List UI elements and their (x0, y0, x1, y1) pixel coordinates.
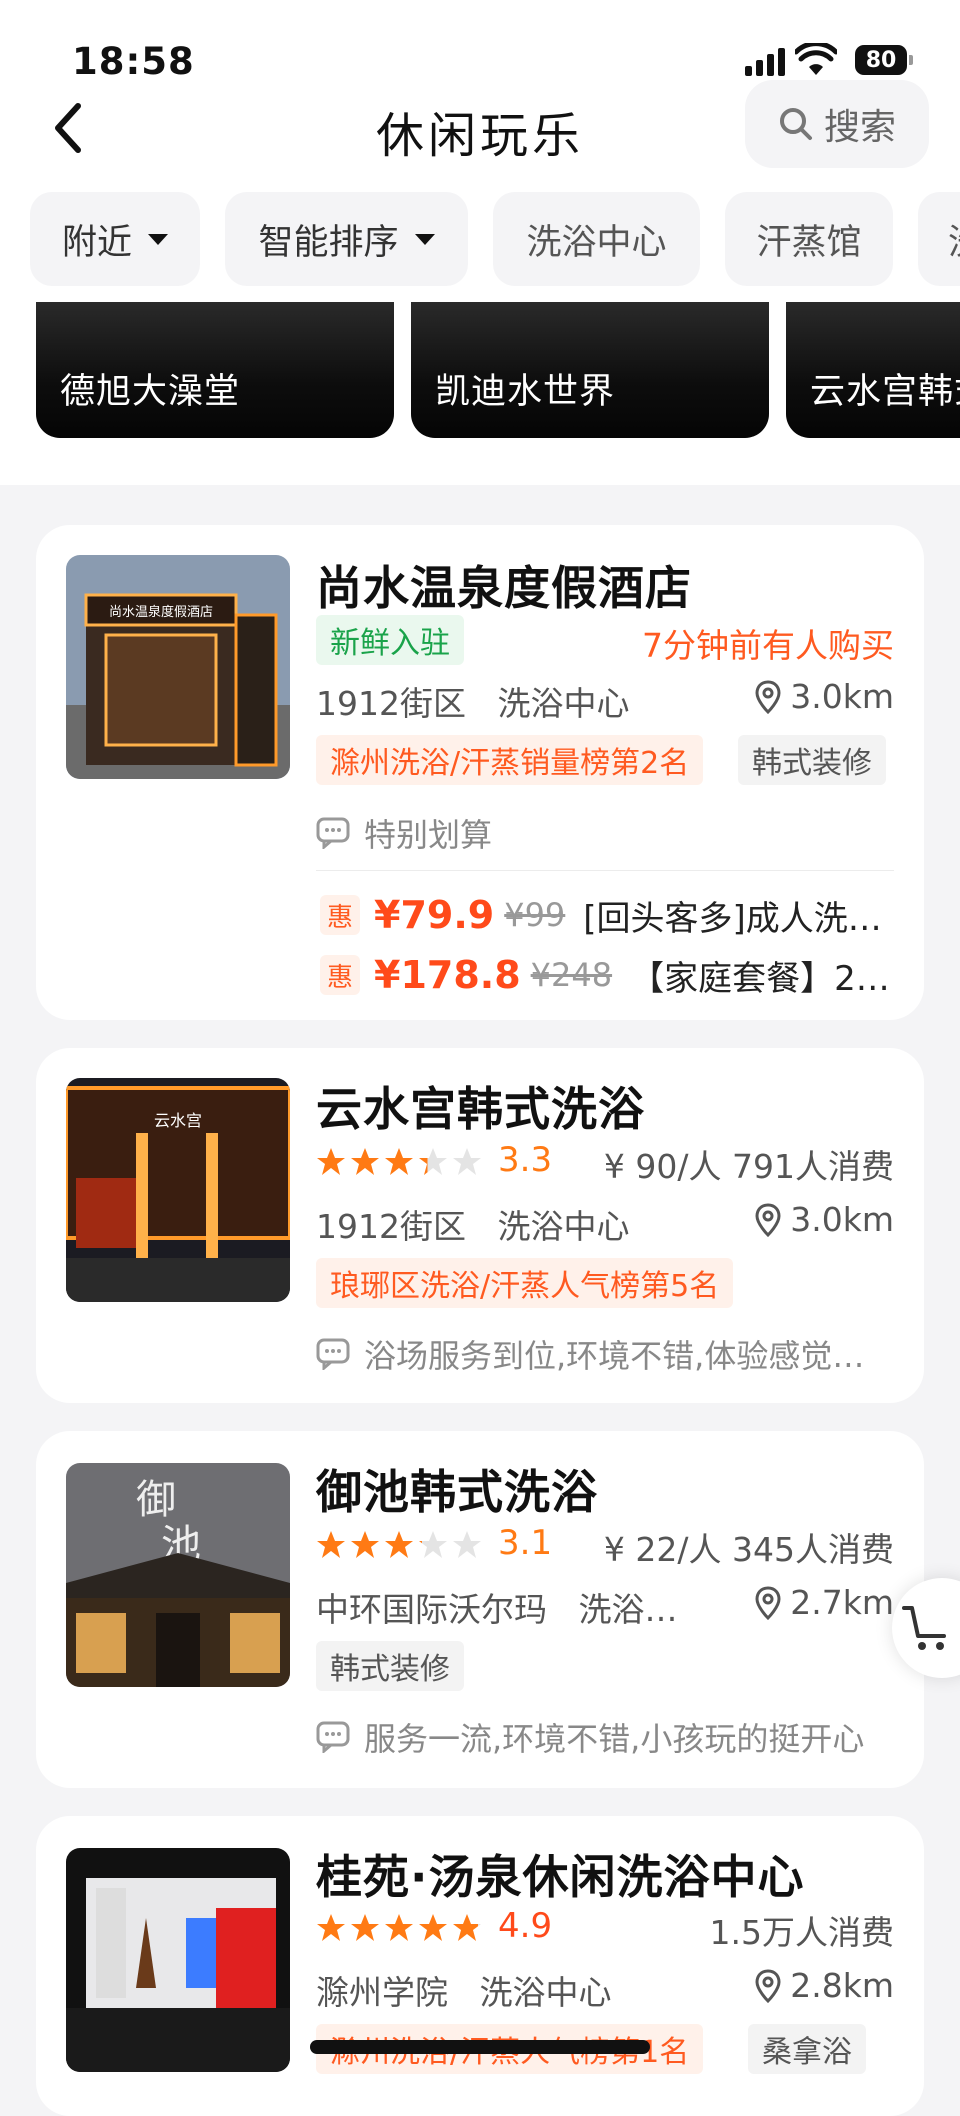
banner-strip: 德旭大澡堂 凯迪水世界 云水宫韩式 (0, 302, 960, 440)
distance: 3.0km (754, 677, 894, 716)
search-button[interactable]: 搜索 (745, 80, 929, 168)
new-badge: 新鲜入驻 (316, 615, 464, 665)
comment-icon (316, 817, 350, 849)
discount-badge: 惠 (320, 895, 360, 935)
filter-more[interactable]: 洗 (918, 192, 960, 286)
status-time: 18:58 (72, 40, 195, 83)
feature-tag: 桑拿浴 (748, 2024, 866, 2074)
discount-badge: 惠 (320, 955, 360, 995)
star-icon (351, 1147, 379, 1175)
score: 3.1 (498, 1523, 553, 1563)
star-icon (453, 1913, 481, 1941)
per-person-price: ¥ 22/人 (603, 1530, 722, 1569)
filter-nearby[interactable]: 附近 (30, 192, 200, 286)
star-icon (419, 1147, 447, 1175)
consumer-count: 345人消费 (732, 1530, 894, 1569)
cart-icon (902, 1606, 946, 1650)
consumer-count: 1.5万人消费 (709, 1913, 894, 1952)
comment-icon (316, 1721, 350, 1753)
shop-name: 尚水温泉度假酒店 (316, 561, 692, 615)
rating-row: 3.3 ¥ 90/人 791人消费 (316, 1140, 894, 1186)
star-rating (316, 1147, 482, 1177)
deal-title: 【家庭套餐】2… (630, 958, 890, 999)
banner-card[interactable]: 云水宫韩式 (786, 302, 960, 438)
deal-price: ¥79.9 (374, 893, 495, 937)
star-icon (419, 1913, 447, 1941)
star-rating (316, 1913, 482, 1943)
top-section: 18:58 80 休闲玩乐 搜索 附近 智能排序 洗浴中心 汗蒸馆 德旭大澡堂 … (0, 0, 960, 485)
caret-down-icon (414, 233, 435, 245)
filter-bath-center[interactable]: 洗浴中心 (493, 192, 700, 286)
signal-icon (745, 48, 785, 76)
star-icon (351, 1530, 379, 1558)
recent-purchase: 7分钟前有人购买 (642, 626, 894, 665)
original-price: ¥248 (530, 956, 613, 994)
shop-card[interactable]: 御 池 御池韩式洗浴 3.1 ¥ 22/人 345人消费 中环国际沃尔玛 洗浴…… (36, 1431, 924, 1788)
star-icon (453, 1147, 481, 1175)
search-label: 搜索 (823, 107, 896, 148)
deal-price: ¥178.8 (374, 953, 521, 997)
distance: 2.7km (754, 1583, 894, 1622)
review-snippet: 特别划算 (316, 810, 894, 856)
star-icon (317, 1530, 345, 1558)
deal-row[interactable]: 惠 ¥79.9 ¥99 [回头客多]成人洗… (320, 890, 894, 940)
score: 4.9 (498, 1906, 553, 1946)
rank-tag[interactable]: 滁州洗浴/汗蒸销量榜第2名 (316, 735, 704, 785)
caret-down-icon (148, 233, 168, 245)
score: 3.3 (498, 1140, 553, 1180)
shop-photo: 云水宫 (66, 1078, 290, 1302)
shop-card[interactable]: 桂苑·汤泉休闲洗浴中心 4.9 1.5万人消费 滁州学院 洗浴中心 2.8km … (36, 1816, 924, 2116)
svg-text:云水宫: 云水宫 (154, 1111, 202, 1130)
wifi-icon (795, 43, 837, 75)
shop-name: 桂苑·汤泉休闲洗浴中心 (316, 1850, 805, 1904)
distance: 2.8km (754, 1966, 894, 2005)
shop-name: 云水宫韩式洗浴 (316, 1082, 645, 1136)
per-person-price: ¥ 90/人 (603, 1147, 722, 1186)
rank-tag[interactable]: 琅琊区洗浴/汗蒸人气榜第5名 (316, 1258, 734, 1308)
review-snippet: 浴场服务到位,环境不错,体验感觉… (316, 1331, 894, 1377)
original-price: ¥99 (504, 896, 566, 934)
distance: 3.0km (754, 1200, 894, 1239)
shop-photo: 御 池 (66, 1463, 290, 1687)
shop-name: 御池韩式洗浴 (316, 1465, 598, 1519)
feature-tag: 韩式装修 (738, 735, 886, 785)
shop-photo: 尚水温泉度假酒店 (66, 555, 290, 779)
banner-card[interactable]: 德旭大澡堂 (36, 302, 394, 438)
svg-text:御: 御 (136, 1477, 176, 1523)
location-pin-icon (755, 1202, 781, 1237)
star-icon (385, 1147, 413, 1175)
rating-row: 4.9 1.5万人消费 (316, 1906, 894, 1952)
star-icon (385, 1913, 413, 1941)
rating-row: 3.1 ¥ 22/人 345人消费 (316, 1523, 894, 1569)
shop-photo (66, 1848, 290, 2072)
star-icon (453, 1530, 481, 1558)
location-pin-icon (755, 679, 781, 714)
home-indicator[interactable] (310, 2040, 650, 2054)
filter-bar: 附近 智能排序 洗浴中心 汗蒸馆 洗 (0, 192, 960, 288)
shop-card[interactable]: 尚水温泉度假酒店 尚水温泉度假酒店 新鲜入驻 7分钟前有人购买 1912街区 洗… (36, 525, 924, 1020)
svg-text:尚水温泉度假酒店: 尚水温泉度假酒店 (109, 604, 213, 620)
divider (316, 870, 894, 871)
filter-sweat-steam[interactable]: 汗蒸馆 (725, 192, 893, 286)
location-pin-icon (755, 1968, 781, 2003)
battery-icon: 80 (855, 45, 913, 75)
consumer-count: 791人消费 (732, 1147, 894, 1186)
star-icon (419, 1530, 447, 1558)
star-icon (351, 1913, 379, 1941)
deal-row[interactable]: 惠 ¥178.8 ¥248 【家庭套餐】2… (320, 950, 894, 1000)
shop-card[interactable]: 云水宫 云水宫韩式洗浴 3.3 ¥ 90/人 791人消费 1912街区 洗浴中… (36, 1048, 924, 1403)
deal-title: [回头客多]成人洗… (583, 898, 882, 939)
filter-sort[interactable]: 智能排序 (225, 192, 468, 286)
star-rating (316, 1530, 482, 1560)
search-icon (779, 108, 812, 140)
star-icon (385, 1530, 413, 1558)
location-pin-icon (755, 1585, 781, 1620)
review-snippet: 服务一流,环境不错,小孩玩的挺开心 (316, 1714, 894, 1760)
feature-tag: 韩式装修 (316, 1641, 464, 1691)
banner-card[interactable]: 凯迪水世界 (411, 302, 769, 438)
star-icon (317, 1913, 345, 1941)
star-icon (317, 1147, 345, 1175)
comment-icon (316, 1338, 350, 1370)
